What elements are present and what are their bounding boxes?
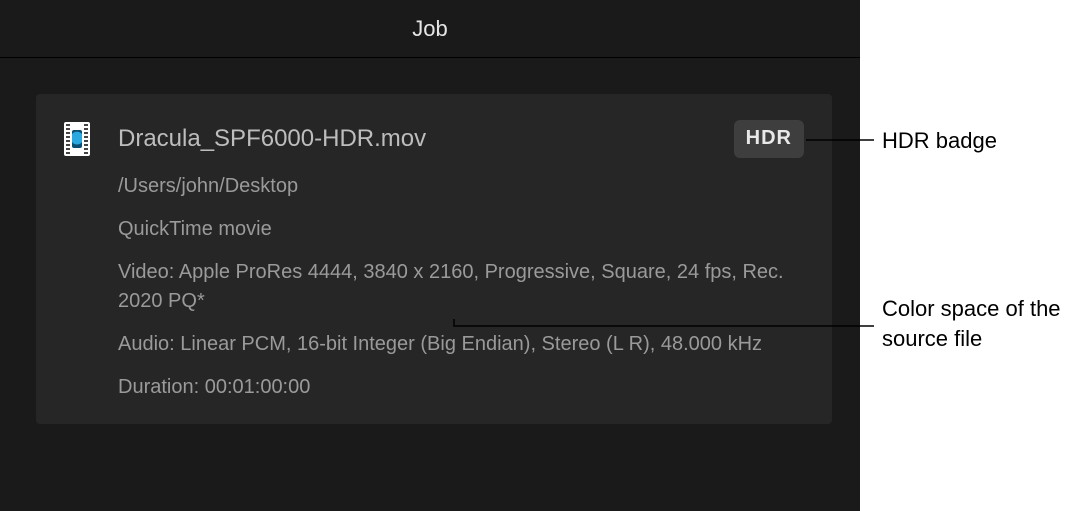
callout-colorspace: Color space of the source file: [882, 294, 1082, 353]
callout-leader-lines: [0, 0, 1091, 511]
callout-hdr-badge: HDR badge: [882, 126, 997, 156]
